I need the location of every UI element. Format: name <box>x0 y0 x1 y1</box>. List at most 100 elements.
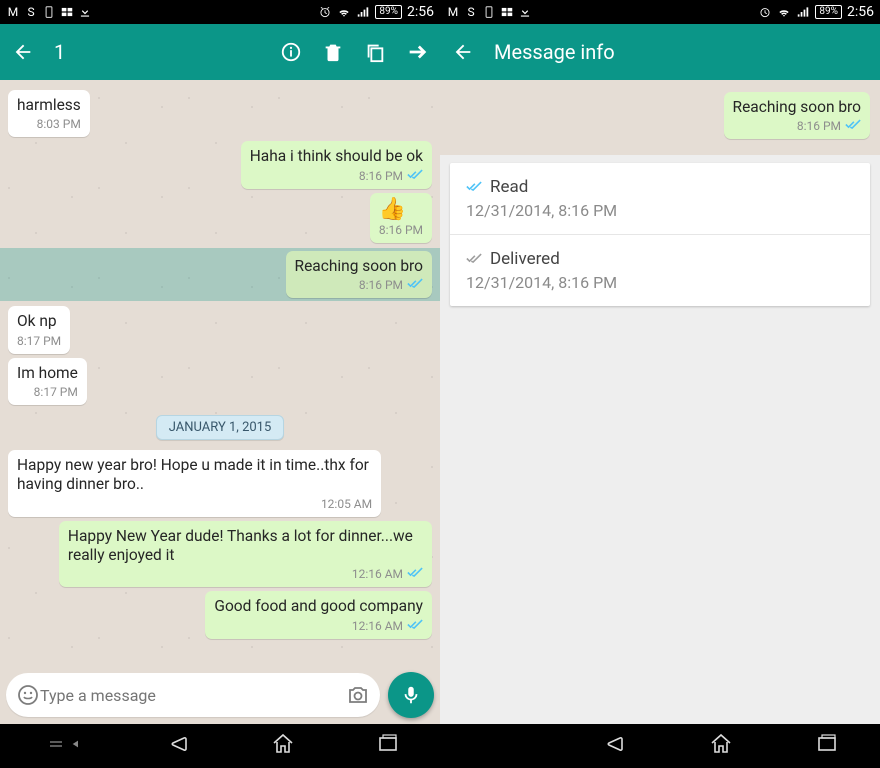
device-icon <box>42 5 56 19</box>
phone-right: M S 89% 2:56 Message info Reaching soon … <box>440 0 880 768</box>
forward-button[interactable] <box>406 41 428 63</box>
double-check-icon <box>845 119 861 133</box>
copy-button[interactable] <box>364 41 386 63</box>
info-preview-area: Reaching soon bro 8:16 PM <box>440 80 880 155</box>
download-icon <box>518 5 532 19</box>
camera-icon[interactable] <box>346 683 370 707</box>
delivered-label: Delivered <box>490 249 560 269</box>
message-row[interactable]: Ok np8:17 PM <box>8 306 432 353</box>
nav-home-button[interactable] <box>271 732 295 760</box>
info-toolbar: Message info <box>440 24 880 80</box>
message-row[interactable]: Im home 8:17 PM <box>8 358 432 405</box>
message-text: Happy new year bro! Hope u made it in ti… <box>17 456 372 495</box>
message-bubble[interactable]: Happy new year bro! Hope u made it in ti… <box>8 450 381 517</box>
nav-bar <box>440 724 880 768</box>
status-bar: M S 89% 2:56 <box>440 0 880 24</box>
message-time: 8:16 PM <box>359 278 403 292</box>
double-check-icon <box>466 177 482 197</box>
message-bubble[interactable]: Happy New Year dude! Thanks a lot for di… <box>59 521 432 588</box>
nav-home-button[interactable] <box>709 732 733 760</box>
nav-recent-button[interactable] <box>376 732 400 760</box>
message-row[interactable]: harmless8:03 PM <box>8 90 432 137</box>
clock: 2:56 <box>407 4 434 20</box>
info-body: Reaching soon bro 8:16 PM Read 12/31/201… <box>440 80 880 724</box>
message-row[interactable]: Happy new year bro! Hope u made it in ti… <box>8 450 432 517</box>
message-bubble[interactable]: 👍8:16 PM <box>370 193 432 243</box>
message-text: Good food and good company <box>214 597 423 616</box>
message-text: Reaching soon bro <box>295 257 423 276</box>
selection-count: 1 <box>54 40 65 64</box>
double-check-icon <box>407 278 423 292</box>
message-time: 8:17 PM <box>34 385 78 399</box>
gmail-icon: M <box>6 5 20 19</box>
message-time: 12:05 AM <box>321 497 372 511</box>
battery-level: 89% <box>815 5 842 19</box>
message-bubble[interactable]: Im home 8:17 PM <box>8 358 87 405</box>
app-icon: S <box>24 5 38 19</box>
delivered-cell: Delivered 12/31/2014, 8:16 PM <box>450 234 870 306</box>
date-label: JANUARY 1, 2015 <box>156 415 285 440</box>
double-check-icon <box>407 619 423 633</box>
message-time: 12:16 AM <box>352 567 403 581</box>
message-row[interactable]: 👍8:16 PM <box>8 193 432 243</box>
message-time: 8:16 PM <box>359 169 403 183</box>
message-bubble[interactable]: Haha i think should be ok8:16 PM <box>241 141 432 188</box>
message-time: 8:03 PM <box>37 117 81 131</box>
read-time: 12/31/2014, 8:16 PM <box>466 201 854 220</box>
alarm-icon <box>318 5 332 19</box>
app-icon: S <box>464 5 478 19</box>
nav-back-button[interactable] <box>603 732 627 760</box>
message-bubble[interactable]: harmless8:03 PM <box>8 90 90 137</box>
composer-input-wrap <box>6 673 380 717</box>
message-text: Ok np <box>17 312 61 331</box>
chat-area: harmless8:03 PM Haha i think should be ok… <box>0 80 440 724</box>
selection-toolbar: 1 <box>0 24 440 80</box>
nav-recent-button[interactable] <box>815 732 839 760</box>
windows-icon <box>60 5 74 19</box>
mic-button[interactable] <box>388 672 434 718</box>
emoji-icon[interactable] <box>16 683 40 707</box>
message-text: Im home <box>17 364 78 383</box>
delivered-time: 12/31/2014, 8:16 PM <box>466 273 854 292</box>
message-bubble[interactable]: Reaching soon bro 8:16 PM <box>286 251 432 298</box>
status-bar: M S 89% 2:56 <box>0 0 440 24</box>
thumbs-up-icon: 👍 <box>379 199 423 221</box>
back-button[interactable] <box>12 41 34 63</box>
phone-left: M S 89% 2:56 1 harmless8:03 PM Haha i thi… <box>0 0 440 768</box>
read-label: Read <box>490 177 528 197</box>
signal-icon <box>356 5 370 19</box>
message-bubble[interactable]: Ok np8:17 PM <box>8 306 70 353</box>
nav-menu-icon[interactable] <box>48 736 64 756</box>
nav-extras <box>40 736 86 756</box>
message-row[interactable]: Haha i think should be ok8:16 PM <box>8 141 432 188</box>
composer <box>0 666 440 724</box>
message-time: 12:16 AM <box>352 619 403 633</box>
message-row[interactable]: Happy New Year dude! Thanks a lot for di… <box>8 521 432 588</box>
nav-bar <box>0 724 440 768</box>
double-check-icon <box>407 169 423 183</box>
download-icon <box>78 5 92 19</box>
selected-message[interactable]: Reaching soon bro 8:16 PM <box>0 248 440 301</box>
message-bubble[interactable]: Good food and good company 12:16 AM <box>205 591 432 638</box>
alarm-icon <box>758 5 772 19</box>
page-title: Message info <box>494 40 615 64</box>
message-text: Happy New Year dude! Thanks a lot for di… <box>68 527 423 566</box>
info-button[interactable] <box>280 41 302 63</box>
wifi-icon <box>777 5 791 19</box>
message-row[interactable]: Good food and good company 12:16 AM <box>8 591 432 638</box>
back-button[interactable] <box>452 41 474 63</box>
wifi-icon <box>337 5 351 19</box>
gmail-icon: M <box>446 5 460 19</box>
message-input[interactable] <box>40 686 346 705</box>
nav-back-button[interactable] <box>167 732 191 760</box>
device-icon <box>482 5 496 19</box>
preview-time: 8:16 PM <box>797 119 841 133</box>
double-check-icon <box>466 249 482 269</box>
windows-icon <box>500 5 514 19</box>
preview-text: Reaching soon bro <box>733 98 861 117</box>
read-cell: Read 12/31/2014, 8:16 PM <box>450 163 870 234</box>
nav-arrow-icon[interactable] <box>70 736 86 756</box>
delete-button[interactable] <box>322 41 344 63</box>
signal-icon <box>796 5 810 19</box>
info-card: Read 12/31/2014, 8:16 PM Delivered 12/31… <box>450 163 870 306</box>
